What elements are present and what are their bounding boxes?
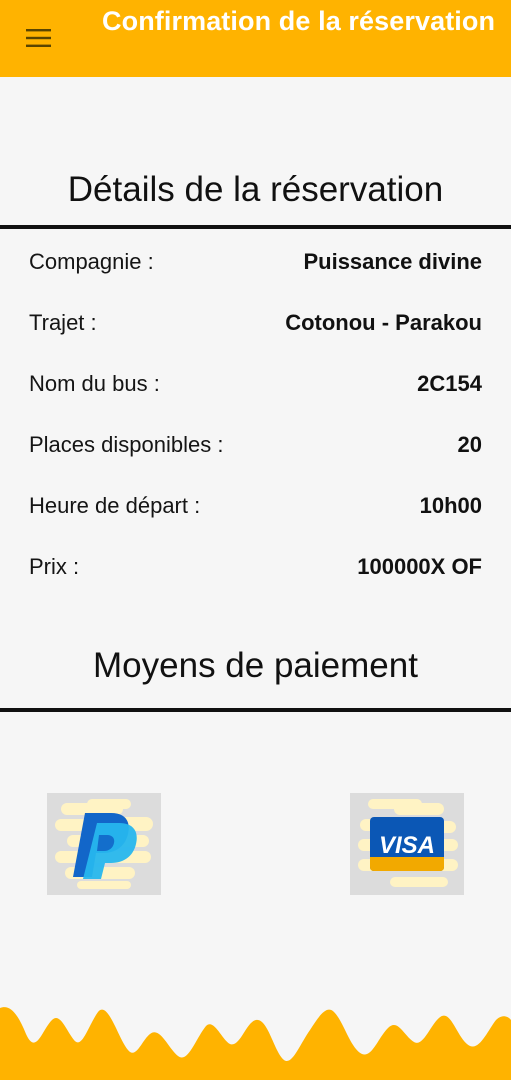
detail-label: Compagnie : (29, 249, 154, 274)
details-section-title: Détails de la réservation (67, 170, 444, 209)
bottom-wave-decoration (0, 1007, 511, 1080)
menu-button[interactable] (22, 24, 56, 52)
detail-row-price: Prix : 100000X OF (0, 548, 511, 588)
visa-button[interactable]: VISA (350, 793, 464, 895)
detail-label: Places disponibles : (29, 432, 224, 457)
detail-label: Trajet : (29, 310, 97, 335)
paypal-button[interactable] (47, 793, 161, 895)
page-title: Confirmation de la réservation (102, 6, 496, 36)
app-bar: Confirmation de la réservation (0, 0, 511, 77)
hamburger-menu-icon (26, 29, 51, 47)
detail-row-departure: Heure de départ : 10h00 (0, 487, 511, 527)
detail-row-bus-name: Nom du bus : 2C154 (0, 365, 511, 405)
detail-label: Nom du bus : (29, 371, 160, 396)
detail-row-seats: Places disponibles : 20 (0, 426, 511, 466)
detail-value: 20 (457, 432, 482, 457)
detail-row-route: Trajet : Cotonou - Parakou (0, 304, 511, 344)
payment-divider (0, 708, 511, 712)
detail-value: 10h00 (419, 493, 482, 518)
detail-label: Prix : (29, 554, 80, 579)
detail-value: Puissance divine (303, 249, 482, 274)
detail-value: 2C154 (417, 371, 482, 396)
visa-logo-text: VISA (379, 832, 435, 859)
details-divider (0, 225, 511, 229)
detail-row-company: Compagnie : Puissance divine (0, 243, 511, 283)
payment-section-title: Moyens de paiement (93, 646, 418, 685)
detail-label: Heure de départ : (29, 493, 201, 518)
visa-logo-icon: VISA (358, 799, 458, 887)
detail-value: Cotonou - Parakou (285, 310, 482, 335)
paypal-logo-icon (55, 799, 153, 889)
detail-value: 100000X OF (357, 554, 482, 579)
